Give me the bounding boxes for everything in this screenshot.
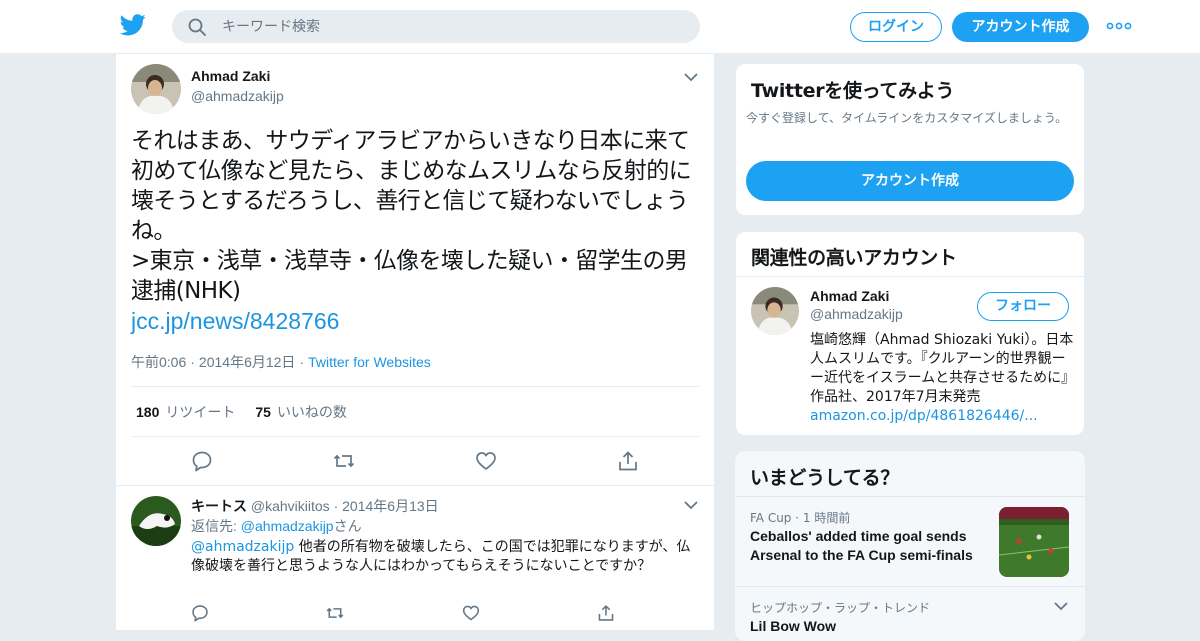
trend-headline[interactable]: Ceballos' added time goal sends Arsenal … — [750, 527, 985, 565]
reply-to-label: 返信先: — [191, 518, 237, 534]
reply-to-suffix: さん — [333, 518, 362, 534]
search-icon — [188, 18, 206, 36]
reply-mention[interactable]: @ahmadzakijp — [191, 539, 294, 555]
tweet-link[interactable]: jcc.jp/news/8428766 — [131, 306, 339, 336]
tweet-time[interactable]: 午前0:06 — [131, 354, 186, 370]
reply-icon[interactable] — [191, 604, 209, 622]
signup-card: Twitterを使ってみよう 今すぐ登録して、タイムラインをカスタマイズしましょ… — [735, 63, 1085, 216]
trend-time: 1 時間前 — [802, 511, 851, 525]
retweet-icon[interactable] — [333, 450, 355, 472]
heart-icon[interactable] — [462, 604, 480, 622]
bio-text: 塩崎悠輝（Ahmad Shiozaki Yuki）。日本人ムスリムです。『クルア… — [810, 332, 1076, 405]
reply-to-line: 返信先: @ahmadzakijpさん — [191, 516, 362, 536]
trend-meta: FA Cup · 1 時間前 — [750, 511, 851, 525]
related-accounts-card: 関連性の高いアカウント Ahmad Zaki @ahmadzakijp フォロー… — [735, 231, 1085, 436]
chevron-down-icon[interactable] — [1054, 601, 1068, 611]
related-account-bio: 塩崎悠輝（Ahmad Shiozaki Yuki）。日本人ムスリムです。『クルア… — [810, 331, 1076, 426]
like-stat[interactable]: 75 いいねの数 — [255, 404, 347, 420]
reply-author-name[interactable]: キートス — [191, 498, 247, 514]
author-handle[interactable]: @ahmadzakijp — [191, 88, 284, 104]
search-box[interactable] — [172, 10, 700, 43]
trend-headline[interactable]: Lil Bow Wow — [750, 617, 985, 636]
avatar[interactable] — [131, 64, 181, 114]
divider — [131, 386, 699, 387]
trends-card-title: いまどうしてる？ — [750, 467, 900, 489]
retweet-label: リツイート — [165, 404, 236, 420]
avatar[interactable] — [131, 496, 181, 546]
reply-header: キートス @kahvikiitos · 2014年6月13日 — [191, 496, 439, 516]
divider — [735, 586, 1085, 587]
author-name[interactable]: Ahmad Zaki — [191, 68, 270, 84]
divider — [736, 276, 1084, 277]
share-icon[interactable] — [597, 604, 615, 622]
tweet-column: Ahmad Zaki @ahmadzakijp それはまあ、サウディアラビアから… — [115, 54, 715, 630]
chevron-down-icon[interactable] — [684, 72, 698, 82]
heart-icon[interactable] — [475, 450, 497, 472]
related-card-title: 関連性の高いアカウント — [751, 247, 957, 269]
retweet-count: 180 — [136, 404, 160, 420]
tweet-source[interactable]: Twitter for Websites — [308, 354, 431, 370]
trend-category: ヒップホップ・ラップ・トレンド — [750, 601, 931, 615]
reply-date[interactable]: 2014年6月13日 — [342, 498, 439, 514]
signup-card-subtitle: 今すぐ登録して、タイムラインをカスタマイズしましょう。 — [746, 111, 1068, 125]
divider — [116, 485, 714, 486]
more-options-icon[interactable] — [1106, 20, 1132, 32]
reply-icon[interactable] — [191, 450, 213, 472]
reply-text: @ahmadzakijp 他者の所有物を破壊したら、この国では犯罪になりますが、… — [191, 538, 696, 576]
trend-category: FA Cup — [750, 511, 792, 525]
like-count: 75 — [255, 404, 271, 420]
retweet-stat[interactable]: 180 リツイート — [136, 404, 235, 420]
separator-dot: · — [333, 498, 339, 514]
retweet-icon[interactable] — [326, 604, 344, 622]
divider — [735, 496, 1085, 497]
reply-to-handle[interactable]: @ahmadzakijp — [241, 518, 334, 534]
avatar[interactable] — [751, 287, 799, 335]
follow-button[interactable]: フォロー — [977, 292, 1069, 321]
bio-link[interactable]: amazon.co.jp/dp/4861826446/... — [810, 408, 1038, 424]
signup-card-title: Twitterを使ってみよう — [751, 80, 955, 102]
trends-card: いまどうしてる？ FA Cup · 1 時間前 Ceballos' added … — [735, 451, 1085, 641]
top-bar: ログイン アカウント作成 — [0, 0, 1200, 54]
like-label: いいねの数 — [276, 404, 347, 420]
twitter-logo-icon[interactable] — [120, 14, 146, 36]
signup-card-button[interactable]: アカウント作成 — [746, 161, 1074, 201]
related-account-name[interactable]: Ahmad Zaki — [810, 288, 889, 304]
tweet-meta: 午前0:06 · 2014年6月12日 · Twitter for Websites — [131, 354, 431, 370]
divider — [131, 436, 699, 437]
tweet-stats: 180 リツイート 75 いいねの数 — [136, 402, 347, 422]
tweet-text: それはまあ、サウディアラビアからいきなり日本に来て初めて仏像など見たら、まじめな… — [131, 126, 706, 306]
chevron-down-icon[interactable] — [684, 500, 698, 510]
signup-button[interactable]: アカウント作成 — [952, 12, 1089, 42]
tweet-date[interactable]: 2014年6月12日 — [199, 354, 296, 370]
login-button[interactable]: ログイン — [850, 12, 942, 42]
share-icon[interactable] — [617, 450, 639, 472]
reply-author-handle[interactable]: @kahvikiitos — [251, 498, 330, 514]
related-account-handle[interactable]: @ahmadzakijp — [810, 306, 903, 322]
search-input[interactable] — [222, 10, 682, 43]
trend-thumbnail[interactable] — [999, 507, 1069, 577]
tweet-body: それはまあ、サウディアラビアからいきなり日本に来て初めて仏像など見たら、まじめな… — [131, 128, 692, 304]
